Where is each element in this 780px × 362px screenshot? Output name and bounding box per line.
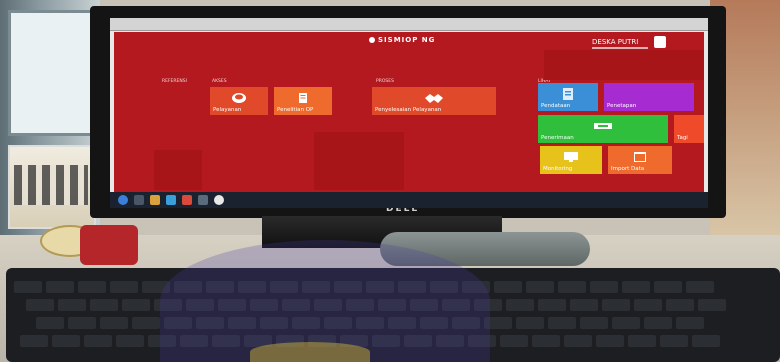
pelayanan-icon: [232, 93, 246, 104]
app-title: SISMIOP NG: [369, 36, 435, 44]
tile-monitoring[interactable]: Monitoring: [540, 146, 602, 174]
decorative-tile: [314, 132, 404, 190]
screen: SISMIOP NG DESKA PUTRI REFERENSI AKSES P…: [110, 18, 708, 208]
watermark-reflection: [250, 342, 370, 362]
decorative-tile: [154, 150, 202, 190]
decorative-tile: [544, 50, 704, 80]
app-icon[interactable]: [182, 195, 192, 205]
tile-label: Penyelesaian Pelayanan: [375, 107, 442, 113]
tile-label: Import Data: [611, 166, 645, 172]
office-window: [8, 10, 94, 136]
tile-label: Pelayanan: [213, 107, 242, 113]
user-name[interactable]: DESKA PUTRI: [592, 38, 638, 46]
user-avatar-icon[interactable]: [654, 36, 666, 48]
tile-label: Tagi: [677, 135, 688, 141]
tile-penelitian-op[interactable]: Penelitian OP: [274, 87, 332, 115]
taskbar: [110, 192, 708, 208]
tile-penerimaan[interactable]: Penerimaan: [538, 115, 668, 143]
form-icon: [563, 88, 573, 101]
tile-label: Monitoring: [543, 166, 573, 172]
photo-people: [14, 165, 88, 205]
document-icon: [299, 93, 307, 104]
tile-penyelesaian-pelayanan[interactable]: Penyelesaian Pelayanan: [372, 87, 496, 115]
group-label-proses: PROSES: [376, 79, 394, 84]
group-label-referensi: REFERENSI: [162, 79, 187, 84]
tile-pendataan[interactable]: Pendataan: [538, 83, 598, 111]
browser-tab-bar[interactable]: [110, 18, 708, 31]
money-icon: [594, 123, 612, 130]
tile-label: Penelitian OP: [277, 107, 314, 113]
tile-label: Pendataan: [541, 103, 571, 109]
tile-pelayanan[interactable]: Pelayanan: [210, 87, 268, 115]
browser-icon[interactable]: [166, 195, 176, 205]
monitor-icon: [564, 152, 578, 163]
tile-label: Penerimaan: [541, 135, 574, 141]
chrome-icon[interactable]: [214, 195, 224, 205]
handshake-icon: [425, 94, 443, 104]
tile-tagihan[interactable]: Tagi: [674, 115, 704, 143]
folder-icon[interactable]: [150, 195, 160, 205]
app-start-screen: SISMIOP NG DESKA PUTRI REFERENSI AKSES P…: [114, 32, 704, 192]
window-icon: [634, 152, 646, 163]
start-button-icon[interactable]: [118, 195, 128, 205]
tile-penetapan[interactable]: Penetapan: [604, 83, 694, 111]
tile-import-data[interactable]: Import Data: [608, 146, 672, 174]
taskbar-app-icon[interactable]: [198, 195, 208, 205]
group-label-akses: AKSES: [212, 79, 227, 84]
app-logo-icon: [369, 37, 375, 43]
red-stamp: [80, 225, 138, 265]
tile-label: Penetapan: [607, 103, 637, 109]
taskbar-app-icon[interactable]: [134, 195, 144, 205]
user-role-line: [592, 47, 648, 49]
framed-photo: [8, 145, 96, 229]
